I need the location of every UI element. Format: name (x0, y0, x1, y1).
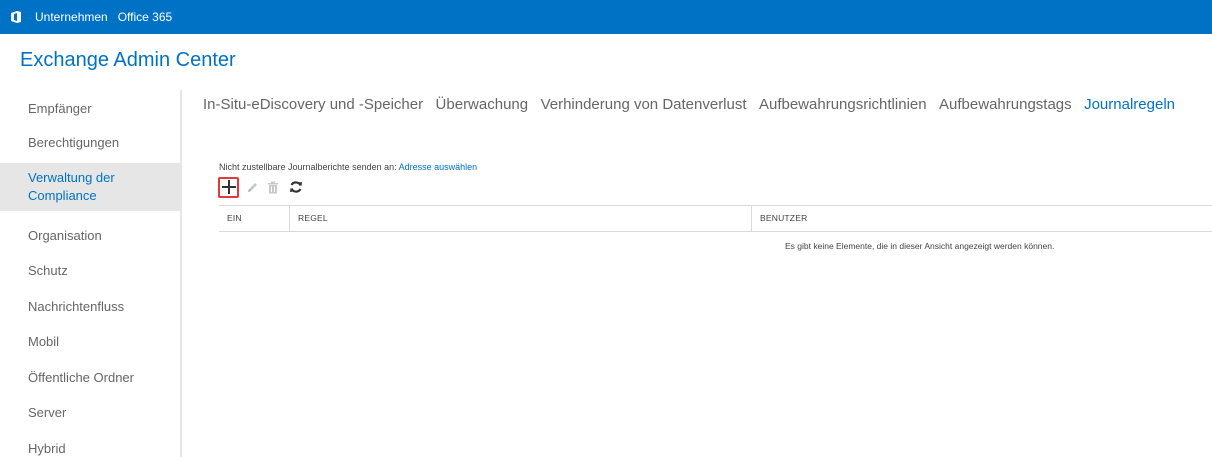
sidebar-item-recipients[interactable]: Empfänger (0, 100, 180, 118)
tab-journal-rules[interactable]: Journalregeln (1084, 96, 1175, 113)
sidebar-item-mobile[interactable]: Mobil (0, 333, 180, 351)
sidebar: Empfänger Berechtigungen Verwaltung der … (0, 90, 182, 457)
select-address-link[interactable]: Adresse auswählen (399, 162, 478, 172)
app-title: Exchange Admin Center (20, 49, 236, 71)
journal-report-label: Nicht zustellbare Journalberichte senden… (219, 162, 397, 172)
sidebar-item-public-folders[interactable]: Öffentliche Ordner (0, 369, 180, 387)
sidebar-item-servers[interactable]: Server (0, 404, 180, 422)
column-header-user[interactable]: BENUTZER (751, 206, 1212, 231)
journal-report-info: Nicht zustellbare Journalberichte senden… (219, 162, 477, 172)
tab-retention-tags[interactable]: Aufbewahrungstags (939, 96, 1072, 113)
tab-retention-policies[interactable]: Aufbewahrungsrichtlinien (759, 96, 927, 113)
sidebar-item-hybrid[interactable]: Hybrid (0, 440, 180, 457)
sidebar-item-label-line2: Compliance (28, 188, 97, 203)
table-header: EIN REGEL BENUTZER (219, 205, 1212, 232)
tab-in-place-ediscovery[interactable]: In-Situ-eDiscovery und -Speicher (203, 96, 423, 113)
delete-button[interactable] (264, 178, 282, 196)
sidebar-item-label-line1: Verwaltung der (28, 170, 115, 185)
tab-data-loss-prevention[interactable]: Verhinderung von Datenverlust (541, 96, 747, 113)
add-button[interactable] (218, 176, 239, 198)
delete-icon (268, 181, 278, 193)
sidebar-item-mail-flow[interactable]: Nachrichtenfluss (0, 298, 180, 316)
refresh-button[interactable] (287, 178, 305, 196)
column-header-enabled[interactable]: EIN (219, 206, 289, 231)
company-link[interactable]: Unternehmen (35, 0, 108, 34)
add-icon (221, 180, 236, 194)
edit-button[interactable] (243, 178, 261, 196)
office-logo-icon[interactable] (9, 10, 23, 24)
sidebar-item-organization[interactable]: Organisation (0, 227, 180, 245)
compliance-tabs: In-Situ-eDiscovery und -Speicher Überwac… (203, 96, 1183, 120)
sidebar-item-protection[interactable]: Schutz (0, 262, 180, 280)
edit-icon (247, 182, 257, 192)
office365-link[interactable]: Office 365 (118, 0, 172, 34)
top-bar: Unternehmen Office 365 (0, 0, 1212, 34)
sidebar-item-permissions[interactable]: Berechtigungen (0, 134, 180, 152)
journal-rules-table: EIN REGEL BENUTZER Es gibt keine Element… (219, 205, 1212, 251)
sidebar-item-compliance-management[interactable]: Verwaltung der Compliance (0, 163, 180, 211)
empty-table-message: Es gibt keine Elemente, die in dieser An… (785, 241, 1055, 251)
tab-auditing[interactable]: Überwachung (436, 96, 529, 113)
refresh-icon (290, 181, 302, 193)
toolbar (218, 176, 308, 198)
column-header-rule[interactable]: REGEL (289, 206, 751, 231)
